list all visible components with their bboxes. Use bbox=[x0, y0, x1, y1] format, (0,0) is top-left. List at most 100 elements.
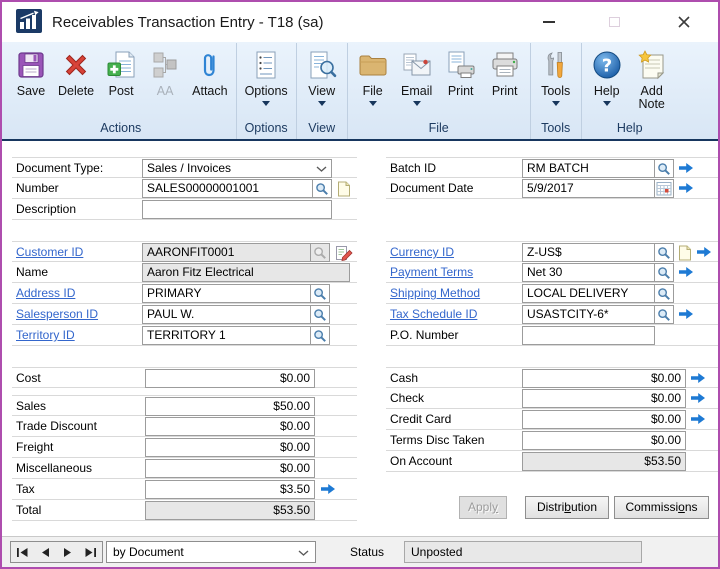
credit-card-field[interactable]: $0.00 bbox=[522, 410, 686, 429]
email-envelope-icon bbox=[400, 47, 434, 83]
close-button[interactable] bbox=[670, 10, 698, 34]
number-label: Number bbox=[16, 181, 59, 195]
customer-id-row: Customer ID AARONFIT0001 bbox=[12, 241, 357, 262]
salesperson-id-link[interactable]: Salesperson ID bbox=[16, 307, 98, 321]
tax-goto-arrow-icon[interactable] bbox=[320, 483, 336, 498]
sales-field[interactable]: $50.00 bbox=[145, 397, 315, 416]
address-id-field[interactable]: PRIMARY bbox=[142, 284, 311, 303]
check-goto-arrow-icon[interactable] bbox=[690, 392, 706, 407]
total-row: Total $53.50 bbox=[12, 500, 357, 521]
first-record-button[interactable] bbox=[16, 547, 29, 558]
chevron-down-icon bbox=[552, 101, 560, 106]
print-button[interactable]: Print bbox=[483, 43, 527, 98]
document-date-calendar-button[interactable] bbox=[654, 179, 674, 198]
freight-field[interactable]: $0.00 bbox=[145, 438, 315, 457]
delete-button[interactable]: Delete bbox=[53, 43, 99, 98]
salesperson-id-lookup-button[interactable] bbox=[310, 305, 330, 324]
tax-schedule-id-lookup-button[interactable] bbox=[654, 305, 674, 324]
terms-disc-taken-field[interactable]: $0.00 bbox=[522, 431, 686, 450]
chevron-down-icon bbox=[316, 160, 327, 177]
previous-record-button[interactable] bbox=[39, 547, 52, 558]
customer-id-link[interactable]: Customer ID bbox=[16, 245, 83, 259]
cost-field[interactable]: $0.00 bbox=[145, 369, 315, 388]
batch-id-lookup-button[interactable] bbox=[654, 159, 674, 178]
territory-id-link[interactable]: Territory ID bbox=[16, 328, 75, 342]
currency-note-icon[interactable] bbox=[678, 244, 692, 261]
distribution-button[interactable]: Distribution bbox=[525, 496, 609, 519]
number-row: Number SALES00000001001 bbox=[12, 178, 357, 199]
next-record-button[interactable] bbox=[61, 547, 74, 558]
tools-button[interactable]: Tools bbox=[534, 43, 578, 106]
tax-schedule-id-field[interactable]: USASTCITY-6* bbox=[522, 305, 655, 324]
document-date-field[interactable]: 5/9/2017 bbox=[522, 179, 655, 198]
minimize-button[interactable] bbox=[535, 10, 563, 34]
batch-id-goto-arrow-icon[interactable] bbox=[678, 162, 694, 177]
help-button[interactable]: ? Help bbox=[585, 43, 629, 106]
options-button[interactable]: Options bbox=[240, 43, 293, 106]
status-value-field: Unposted bbox=[404, 541, 642, 563]
miscellaneous-field[interactable]: $0.00 bbox=[145, 459, 315, 478]
document-type-dropdown[interactable]: Sales / Invoices bbox=[142, 159, 332, 178]
po-number-field[interactable] bbox=[522, 326, 655, 345]
number-note-icon[interactable] bbox=[337, 180, 351, 197]
cost-row: Cost $0.00 bbox=[12, 367, 357, 388]
shipping-method-field[interactable]: LOCAL DELIVERY bbox=[522, 284, 655, 303]
check-label: Check bbox=[390, 391, 424, 405]
credit-card-goto-arrow-icon[interactable] bbox=[690, 413, 706, 428]
total-label: Total bbox=[16, 503, 41, 517]
address-id-lookup-button[interactable] bbox=[310, 284, 330, 303]
currency-id-link[interactable]: Currency ID bbox=[390, 245, 454, 259]
cash-row: Cash $0.00 bbox=[386, 367, 718, 388]
currency-goto-arrow-icon[interactable] bbox=[696, 246, 712, 261]
document-date-goto-arrow-icon[interactable] bbox=[678, 182, 694, 197]
territory-id-lookup-button[interactable] bbox=[310, 326, 330, 345]
view-button[interactable]: View bbox=[300, 43, 344, 106]
payment-terms-field[interactable]: Net 30 bbox=[522, 263, 655, 282]
check-field[interactable]: $0.00 bbox=[522, 389, 686, 408]
tax-field[interactable]: $3.50 bbox=[145, 480, 315, 499]
email-button[interactable]: Email bbox=[395, 43, 439, 106]
ribbon-toolbar: Save Delete Post AA Attach bbox=[2, 42, 718, 141]
tax-label: Tax bbox=[16, 482, 35, 496]
description-field[interactable] bbox=[142, 200, 332, 219]
payment-terms-link[interactable]: Payment Terms bbox=[390, 265, 473, 279]
tax-schedule-goto-arrow-icon[interactable] bbox=[678, 308, 694, 323]
analytical-accounting-icon bbox=[148, 47, 182, 83]
shipping-method-lookup-button[interactable] bbox=[654, 284, 674, 303]
shipping-method-link[interactable]: Shipping Method bbox=[390, 286, 480, 300]
freight-row: Freight $0.00 bbox=[12, 437, 357, 458]
cash-goto-arrow-icon[interactable] bbox=[690, 372, 706, 387]
number-field[interactable]: SALES00000001001 bbox=[142, 179, 313, 198]
address-id-link[interactable]: Address ID bbox=[16, 286, 75, 300]
batch-id-field[interactable]: RM BATCH bbox=[522, 159, 655, 178]
toolbar-group-label-file: File bbox=[351, 120, 527, 139]
salesperson-id-field[interactable]: PAUL W. bbox=[142, 305, 311, 324]
territory-id-field[interactable]: TERRITORY 1 bbox=[142, 326, 311, 345]
payment-terms-lookup-button[interactable] bbox=[654, 263, 674, 282]
document-type-label: Document Type: bbox=[16, 161, 103, 175]
chevron-down-icon bbox=[318, 101, 326, 106]
customer-write-letters-icon[interactable] bbox=[335, 244, 353, 261]
last-record-button[interactable] bbox=[84, 547, 97, 558]
currency-id-field[interactable]: Z-US$ bbox=[522, 243, 655, 262]
add-note-button[interactable]: Add Note bbox=[629, 43, 675, 111]
toolbar-group-label-options: Options bbox=[240, 120, 293, 139]
cash-field[interactable]: $0.00 bbox=[522, 369, 686, 388]
attach-button[interactable]: Attach bbox=[187, 43, 232, 98]
print-preview-button[interactable]: Print bbox=[439, 43, 483, 98]
currency-id-lookup-button[interactable] bbox=[654, 243, 674, 262]
description-row: Description bbox=[12, 199, 357, 220]
commissions-button[interactable]: Commissions bbox=[614, 496, 709, 519]
toolbar-group-help: ? Help Add Note Help bbox=[582, 43, 678, 139]
tax-schedule-id-link[interactable]: Tax Schedule ID bbox=[390, 307, 477, 321]
payment-terms-goto-arrow-icon[interactable] bbox=[678, 266, 694, 281]
trade-discount-field[interactable]: $0.00 bbox=[145, 417, 315, 436]
post-button[interactable]: Post bbox=[99, 43, 143, 98]
save-button[interactable]: Save bbox=[9, 43, 53, 98]
file-button[interactable]: File bbox=[351, 43, 395, 106]
sort-by-dropdown[interactable]: by Document bbox=[106, 541, 316, 563]
toolbar-group-options: Options Options bbox=[237, 43, 297, 139]
territory-id-row: Territory ID TERRITORY 1 bbox=[12, 325, 357, 346]
number-lookup-button[interactable] bbox=[312, 179, 332, 198]
toolbar-group-label-help: Help bbox=[585, 120, 675, 139]
